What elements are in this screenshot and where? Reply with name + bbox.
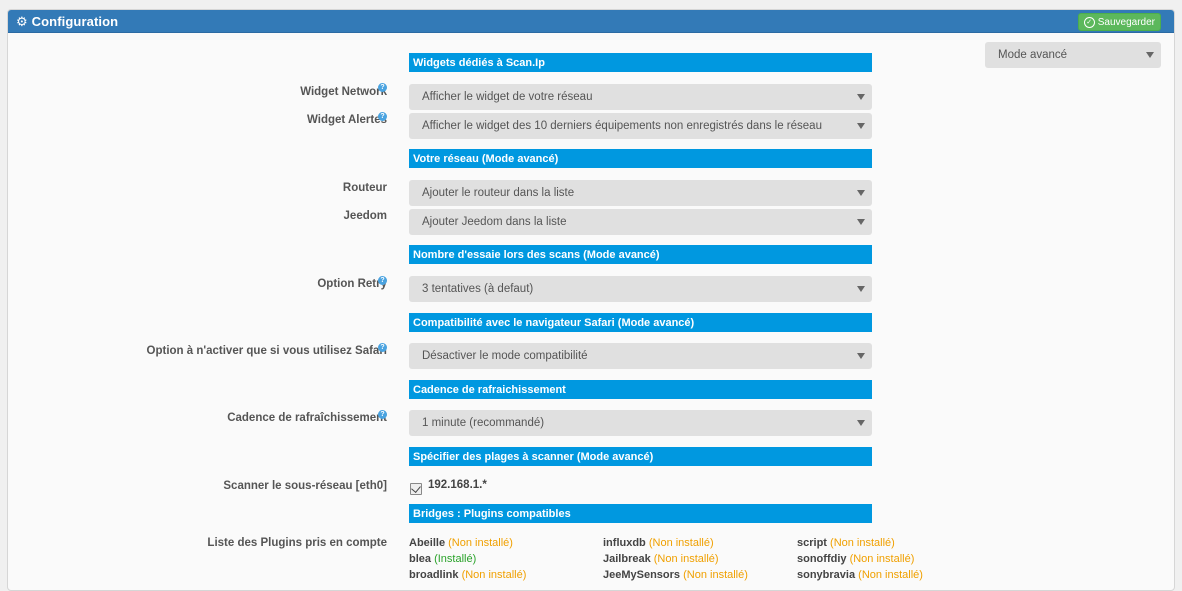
jeedom-value: Ajouter Jeedom dans la liste	[422, 216, 567, 228]
plugins-label: Liste des Plugins pris en compte	[207, 537, 387, 549]
panel-header: ⚙ Configuration ✓ Sauvegarder	[8, 10, 1174, 33]
caret-down-icon	[1146, 52, 1154, 58]
section-cadence: Cadence de rafraichissement	[409, 380, 872, 399]
plugin-item: script (Non installé)	[797, 537, 895, 549]
plugin-name: JeeMySensors	[603, 569, 681, 581]
mode-select-value: Mode avancé	[998, 49, 1068, 61]
retry-value: 3 tentatives (à defaut)	[422, 283, 534, 295]
section-widgets: Widgets dédiés à Scan.Ip	[409, 53, 872, 72]
caret-down-icon	[857, 123, 865, 129]
widget-alertes-label: Widget Alertes	[307, 114, 387, 126]
section-ranges: Spécifier des plages à scanner (Mode ava…	[409, 447, 872, 466]
cadence-value: 1 minute (recommandé)	[422, 417, 545, 429]
question-circle-icon[interactable]: ?	[378, 276, 387, 285]
section-network: Votre réseau (Mode avancé)	[409, 149, 872, 168]
plugin-item: JeeMySensors (Non installé)	[603, 569, 748, 581]
plugin-item: broadlink (Non installé)	[409, 569, 526, 581]
widget-alertes-select[interactable]: Afficher le widget des 10 derniers équip…	[409, 113, 872, 139]
widget-network-value: Afficher le widget de votre réseau	[422, 91, 593, 103]
retry-label: Option Retry	[317, 278, 387, 290]
plugin-name: Abeille	[409, 537, 446, 549]
widget-network-label: Widget Network	[300, 86, 387, 98]
caret-down-icon	[857, 286, 865, 292]
plugin-name: sonybravia	[797, 569, 856, 581]
plugin-item: sonoffdiy (Non installé)	[797, 553, 914, 565]
section-bridges: Bridges : Plugins compatibles	[409, 504, 872, 523]
plugin-item: influxdb (Non installé)	[603, 537, 714, 549]
configuration-panel: ⚙ Configuration ✓ Sauvegarder Mode avanc…	[7, 9, 1175, 591]
plugin-name: sonoffdiy	[797, 553, 847, 565]
plugin-name: broadlink	[409, 569, 459, 581]
safari-value: Désactiver le mode compatibilité	[422, 350, 588, 362]
safari-select[interactable]: Désactiver le mode compatibilité	[409, 343, 872, 369]
plugin-item: sonybravia (Non installé)	[797, 569, 923, 581]
plugin-status: (Non installé)	[830, 537, 895, 549]
plugin-status: (Non installé)	[683, 569, 748, 581]
safari-label: Option à n'activer que si vous utilisez …	[146, 345, 387, 357]
plugin-item: Abeille (Non installé)	[409, 537, 513, 549]
plugin-status: (Non installé)	[448, 537, 513, 549]
question-circle-icon[interactable]: ?	[378, 410, 387, 419]
retry-select[interactable]: 3 tentatives (à defaut)	[409, 276, 872, 302]
jeedom-label: Jeedom	[343, 210, 387, 222]
save-button-label: Sauvegarder	[1097, 16, 1155, 28]
plugin-status: (Non installé)	[648, 537, 714, 549]
section-safari: Compatibilité avec le navigateur Safari …	[409, 313, 872, 332]
plugin-item: Jailbreak (Non installé)	[603, 553, 719, 565]
plugin-status: (Non installé)	[849, 553, 915, 565]
routeur-label: Routeur	[342, 182, 387, 194]
question-circle-icon[interactable]: ?	[378, 83, 387, 92]
plugin-name: blea	[409, 553, 432, 565]
plugin-item: blea (Installé)	[409, 553, 476, 565]
subnet-label: Scanner le sous-réseau [eth0]	[223, 480, 387, 492]
jeedom-select[interactable]: Ajouter Jeedom dans la liste	[409, 209, 872, 235]
plugin-name: Jailbreak	[603, 553, 651, 565]
caret-down-icon	[857, 353, 865, 359]
cadence-label: Cadence de rafraîchissement	[227, 412, 387, 424]
save-button[interactable]: ✓ Sauvegarder	[1077, 13, 1161, 31]
caret-down-icon	[857, 219, 865, 225]
mode-select[interactable]: Mode avancé	[985, 42, 1161, 68]
plugin-name: influxdb	[603, 537, 646, 549]
gears-icon: ⚙	[16, 13, 28, 29]
plugin-name: script	[797, 537, 827, 549]
routeur-value: Ajouter le routeur dans la liste	[422, 187, 575, 199]
plugin-status: (Non installé)	[461, 569, 527, 581]
question-circle-icon[interactable]: ?	[378, 112, 387, 121]
section-retry: Nombre d'essaie lors des scans (Mode ava…	[409, 245, 872, 264]
subnet-value: 192.168.1.*	[428, 479, 487, 491]
caret-down-icon	[857, 190, 865, 196]
cadence-select[interactable]: 1 minute (recommandé)	[409, 410, 872, 436]
caret-down-icon	[857, 94, 865, 100]
plugin-status: (Non installé)	[858, 569, 923, 581]
plugin-status: (Installé)	[434, 553, 477, 565]
widget-alertes-value: Afficher le widget des 10 derniers équip…	[422, 120, 822, 132]
caret-down-icon	[857, 420, 865, 426]
routeur-select[interactable]: Ajouter le routeur dans la liste	[409, 180, 872, 206]
widget-network-select[interactable]: Afficher le widget de votre réseau	[409, 84, 872, 110]
plugin-status: (Non installé)	[653, 553, 719, 565]
check-circle-icon: ✓	[1083, 16, 1095, 28]
subnet-checkbox[interactable]	[410, 483, 422, 495]
panel-title: Configuration	[31, 13, 119, 29]
question-circle-icon[interactable]: ?	[378, 343, 387, 352]
